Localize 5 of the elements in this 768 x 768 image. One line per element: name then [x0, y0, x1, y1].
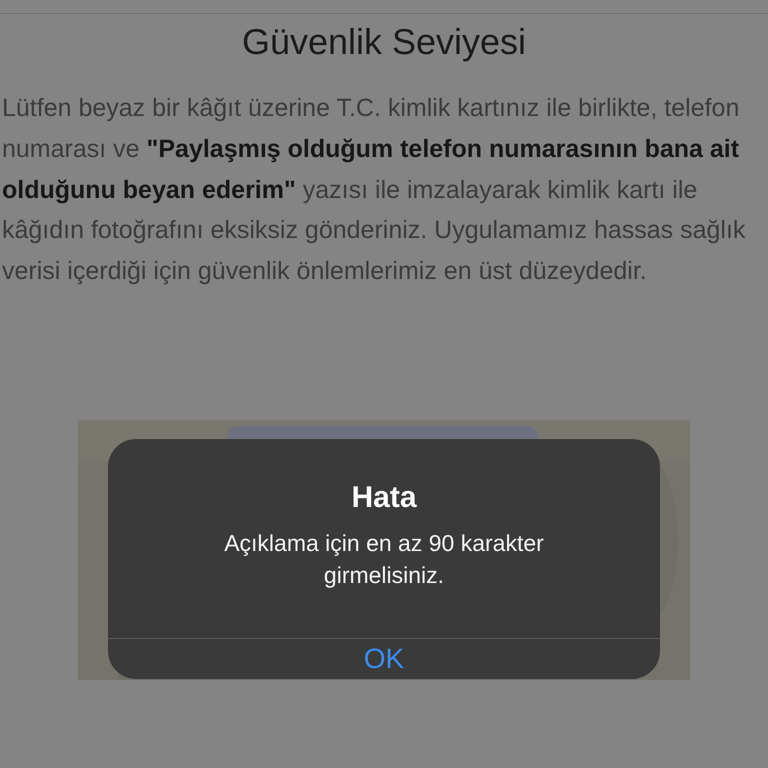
page-title: Güvenlik Seviyesi [240, 20, 528, 64]
instructions-text: Lütfen beyaz bir kâğıt üzerine T.C. kimlik kartınız ile birlikte, telefon numarası ve "Paylaşmış olduğum telefon numarasının bana ait olduğunu beyan ederim" yazısı ile imzalayarak kimlik kartı ile kâğıdın fotoğrafını eksiksiz gönderiniz. Uygulamamız hassas sağlık verisi içerdiği için güvenlik önlemlerimiz en üst düzeydedir. [1, 93, 746, 288]
ok-button[interactable]: OK [344, 638, 424, 679]
alert-message: Açıklama için en az 90 karakter girmelisiniz. [223, 528, 545, 590]
alert-title: Hata [351, 480, 417, 515]
